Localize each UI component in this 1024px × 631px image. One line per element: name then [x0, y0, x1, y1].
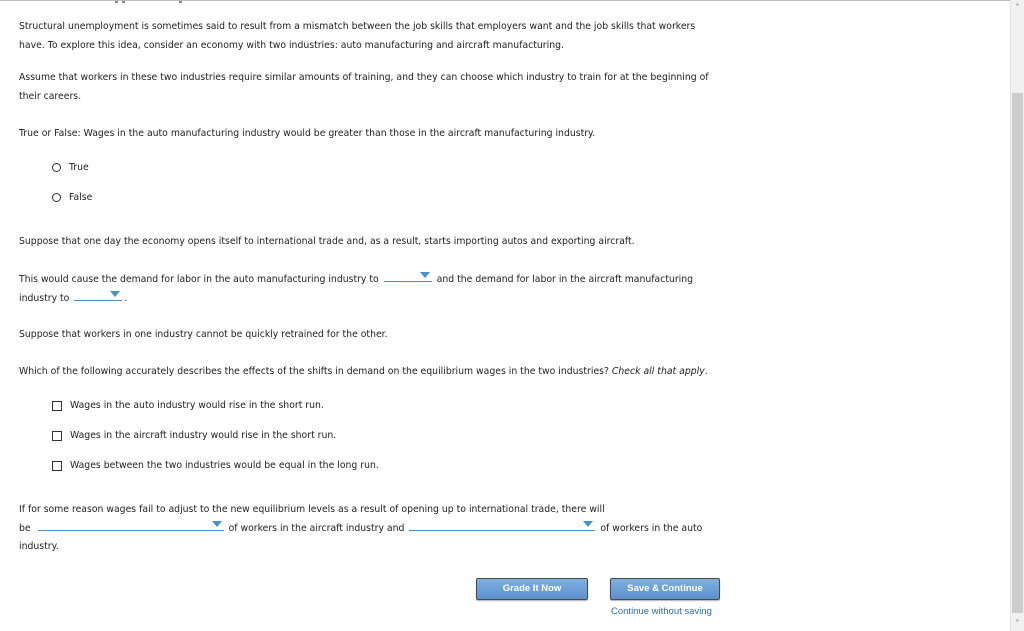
option-label: Wages in the aircraft industry would ris… — [70, 430, 337, 441]
q3-instruction: Check all that apply — [611, 366, 705, 377]
q2-line-1: This would cause the demand for labor in… — [19, 269, 693, 289]
scroll-down-arrow-icon[interactable]: ˅ — [1011, 617, 1024, 630]
q3-prompt: Which of the following accurately descri… — [19, 362, 708, 381]
auto-demand-dropdown[interactable] — [383, 269, 432, 282]
checkbox[interactable] — [52, 430, 62, 441]
option-label: False — [69, 192, 93, 203]
dropdown-arrow-icon — [583, 521, 594, 527]
aircraft-workers-dropdown[interactable] — [37, 518, 224, 531]
continue-without-saving-link[interactable]: Continue without saving — [611, 606, 712, 617]
q4-line-3: industry. — [19, 541, 59, 552]
q3-option-aircraft-short-run[interactable]: Wages in the aircraft industry would ris… — [52, 430, 336, 441]
cutoff-text-fragment — [179, 1, 182, 3]
q3-option-equal-long-run[interactable]: Wages between the two industries would b… — [52, 460, 379, 471]
grade-it-now-button[interactable]: Grade It Now — [476, 578, 588, 600]
auto-workers-dropdown[interactable] — [409, 518, 596, 531]
q4-text-end: of workers in the auto — [600, 523, 703, 534]
save-and-continue-button[interactable]: Save & Continue — [610, 578, 720, 600]
radio-button[interactable] — [52, 193, 61, 202]
q4-line-2: be of workers in the aircraft industry a… — [19, 518, 702, 538]
q4-line-1: If for some reason wages fail to adjust … — [19, 504, 605, 515]
aircraft-demand-dropdown[interactable] — [74, 288, 123, 301]
dropdown-arrow-icon — [211, 521, 222, 527]
q2-text-part3: industry to — [19, 293, 70, 304]
q2-text-part1: This would cause the demand for labor in… — [19, 274, 379, 285]
q1-option-true[interactable]: True — [52, 162, 89, 173]
scrollbar-thumb[interactable] — [1012, 93, 1023, 613]
retrain-text: Suppose that workers in one industry can… — [19, 329, 388, 340]
q4-text-mid: of workers in the aircraft industry and — [228, 523, 405, 534]
dropdown-arrow-icon — [110, 291, 121, 297]
q3-prompt-end: . — [704, 366, 708, 377]
option-label: Wages in the auto industry would rise in… — [70, 400, 324, 411]
dropdown-arrow-icon — [419, 272, 430, 278]
radio-button[interactable] — [52, 163, 61, 172]
intro-line-1: Structural unemployment is sometimes sai… — [19, 21, 696, 32]
q3-prompt-text: Which of the following accurately descri… — [19, 366, 609, 377]
q3-option-auto-short-run[interactable]: Wages in the auto industry would rise in… — [52, 400, 324, 411]
intro-line-4: their careers. — [19, 91, 82, 102]
cutoff-text-fragment — [115, 1, 118, 3]
top-border — [0, 0, 1010, 1]
intro-line-3: Assume that workers in these two industr… — [19, 72, 709, 83]
option-label: True — [69, 162, 89, 173]
option-label: Wages between the two industries would b… — [70, 460, 379, 471]
q2-text-part2: and the demand for labor in the aircraft… — [436, 274, 694, 285]
vertical-scrollbar[interactable]: ˄ ˅ — [1010, 0, 1024, 631]
cutoff-text-fragment — [122, 1, 125, 3]
scroll-up-arrow-icon[interactable]: ˄ — [1011, 1, 1024, 14]
intro-line-2: have. To explore this idea, consider an … — [19, 40, 564, 51]
q2-text-period: . — [124, 293, 128, 304]
checkbox[interactable] — [52, 460, 62, 471]
trade-text: Suppose that one day the economy opens i… — [19, 236, 635, 247]
q4-text-be: be — [19, 523, 31, 534]
q1-prompt: True or False: Wages in the auto manufac… — [19, 128, 596, 139]
checkbox[interactable] — [52, 400, 62, 411]
q1-option-false[interactable]: False — [52, 192, 92, 203]
q2-line-2: industry to . — [19, 288, 127, 308]
